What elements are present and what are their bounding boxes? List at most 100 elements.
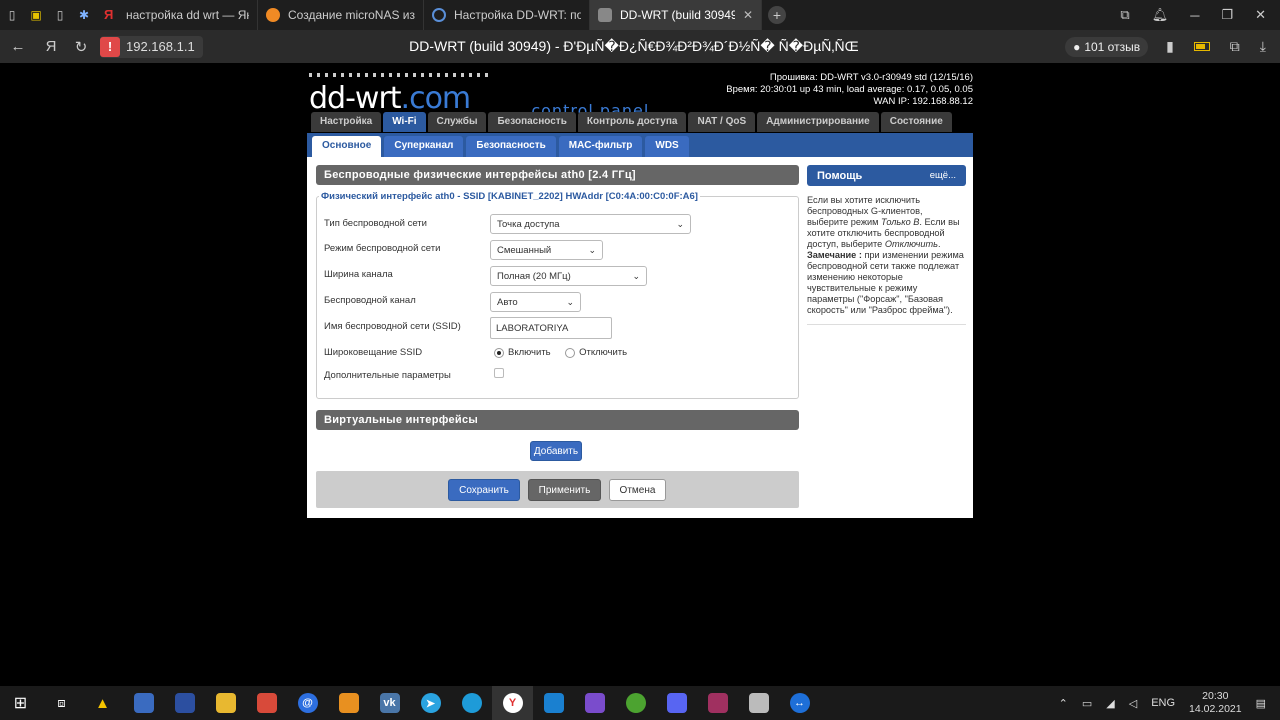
subtab-wireless-security[interactable]: Безопасность (466, 136, 556, 157)
language-indicator[interactable]: ENG (1151, 697, 1175, 709)
page-icon[interactable]: ▯ (0, 0, 24, 30)
tab-setup[interactable]: Настройка (311, 112, 382, 132)
network-mode-label: Режим беспроводной сети (324, 243, 441, 254)
gear-favicon-icon (432, 8, 446, 22)
reviews-badge[interactable]: ● 101 отзыв (1065, 36, 1149, 57)
app-gmail[interactable] (246, 686, 287, 720)
extension-icon[interactable]: ✱ (72, 0, 96, 30)
app-explorer[interactable] (205, 686, 246, 720)
window-controls: ⧉ 🔔︎ ─ ❐ ✕ (1120, 7, 1280, 23)
tab-wifi[interactable]: Wi-Fi (383, 112, 426, 132)
reload-button[interactable]: ↻ (66, 30, 96, 63)
back-button[interactable]: ← (0, 30, 36, 63)
app-mail[interactable] (328, 686, 369, 720)
help-more-link[interactable]: ещё... (930, 170, 956, 181)
app-mail-ru[interactable]: @ (287, 686, 328, 720)
main-tabs: Настройка Wi-Fi Службы Безопасность Конт… (311, 112, 952, 132)
save-button[interactable]: Сохранить (448, 479, 520, 501)
volume-icon[interactable]: ◁ (1129, 697, 1137, 710)
windows-taskbar: ⊞ ⧈ ▲ @ vk ➤ Y ↔ ⌃ ▭ ◢ ◁ ENG 20:30 14.02… (0, 686, 1280, 720)
screenshot-icon[interactable]: ⧉ (1230, 38, 1240, 55)
folder-icon (215, 693, 236, 713)
broadcast-enable-radio[interactable] (494, 347, 504, 358)
edge-icon (461, 693, 482, 713)
subtab-wds[interactable]: WDS (645, 136, 689, 157)
notification-center-icon[interactable]: ▤ (1256, 697, 1266, 710)
wireless-mode-label: Тип беспроводной сети (324, 218, 427, 229)
address-bar: ← Я ↻ ! 192.168.1.1 DD-WRT (build 30949)… (0, 30, 1280, 63)
app-yandex-browser[interactable]: Y (492, 686, 533, 720)
app-utorrent[interactable] (615, 686, 656, 720)
subtab-superchannel[interactable]: Суперканал (384, 136, 464, 157)
advanced-options-checkbox[interactable] (494, 368, 504, 378)
ssid-input[interactable]: LABORATORIYA (490, 317, 612, 339)
subtab-mac-filter[interactable]: MAC-фильтр (558, 136, 643, 157)
main-panel: Основное Суперканал Безопасность MAC-фил… (307, 133, 973, 518)
channel-width-select[interactable]: Полная (20 МГц) ⌄ (490, 266, 647, 286)
app-teamviewer[interactable]: ↔ (779, 686, 820, 720)
app-vscode[interactable] (533, 686, 574, 720)
help-header: Помощь ещё... (807, 165, 966, 186)
mail-icon (256, 693, 277, 713)
new-tab-button[interactable]: + (762, 0, 792, 30)
browser-tab[interactable]: Создание microNAS из ро (258, 0, 424, 30)
visual-studio-icon (584, 693, 605, 713)
yandex-logo-icon: Я (45, 38, 57, 55)
tab-access-control[interactable]: Контроль доступа (577, 112, 687, 132)
tab-security[interactable]: Безопасность (488, 112, 576, 132)
subtab-basic[interactable]: Основное (312, 136, 382, 157)
channel-select[interactable]: Авто ⌄ (490, 292, 581, 312)
document-icon[interactable]: ▯ (48, 0, 72, 30)
add-button[interactable]: Добавить (530, 441, 582, 461)
app-edge[interactable] (451, 686, 492, 720)
clock[interactable]: 20:30 14.02.2021 (1189, 690, 1242, 716)
tab-nat-qos[interactable]: NAT / QoS (688, 112, 756, 132)
browser-tab-active[interactable]: DD-WRT (build 30949) - Основное ✕ (590, 0, 762, 30)
chevron-up-icon[interactable]: ⌃ (1059, 697, 1068, 710)
download-icon[interactable]: ⤓ (1260, 38, 1266, 55)
app-calculator[interactable] (164, 686, 205, 720)
battery-tray-icon[interactable]: ▭ (1082, 697, 1092, 710)
wifi-icon[interactable]: ◢ (1106, 697, 1114, 710)
button-bar: Сохранить Применить Отмена (316, 471, 799, 508)
task-view-button[interactable]: ⧈ (41, 686, 82, 720)
close-tab-icon[interactable]: ✕ (743, 8, 753, 22)
start-button[interactable]: ⊞ (0, 686, 41, 720)
warning-icon: ! (100, 36, 120, 57)
app-save[interactable] (123, 686, 164, 720)
yandex-home-button[interactable]: Я (36, 30, 66, 63)
minimize-icon[interactable]: ─ (1190, 8, 1199, 23)
arrow-left-icon: ← (10, 38, 26, 55)
app-yandex-disk[interactable]: ▲ (82, 686, 123, 720)
collections-icon[interactable]: ⧉ (1120, 7, 1129, 23)
battery-icon[interactable] (1193, 42, 1210, 51)
app-visual-studio[interactable] (574, 686, 615, 720)
gallery-icon[interactable]: ▣ (24, 0, 48, 30)
restore-icon[interactable]: ❐ (1221, 7, 1233, 23)
tab-administration[interactable]: Администрирование (757, 112, 879, 132)
url-field[interactable]: ! 192.168.1.1 (100, 35, 203, 58)
notifications-icon[interactable]: 🔔︎ (1152, 7, 1169, 23)
tab-status[interactable]: Состояние (880, 112, 952, 132)
apply-button[interactable]: Применить (528, 479, 601, 501)
fieldset-legend: Физический интерфейс ath0 - SSID [KABINE… (321, 191, 698, 202)
browser-tab[interactable]: Настройка DD-WRT: поша (424, 0, 590, 30)
browser-tab[interactable]: Я настройка dd wrt — Яндекс (96, 0, 258, 30)
close-window-icon[interactable]: ✕ (1255, 7, 1266, 23)
app-vk[interactable]: vk (369, 686, 410, 720)
ddwrt-favicon-icon (598, 8, 612, 22)
broadcast-disable-radio[interactable] (565, 347, 576, 358)
site-favicon-icon (266, 8, 280, 22)
cancel-button[interactable]: Отмена (609, 479, 666, 501)
app-telegram[interactable]: ➤ (410, 686, 451, 720)
section-title: Беспроводные физические интерфейсы ath0 … (316, 165, 799, 185)
network-mode-select[interactable]: Смешанный ⌄ (490, 240, 603, 260)
app-discord[interactable] (656, 686, 697, 720)
router-page: dd-wrt.com ... control panel Прошивка: D… (0, 63, 1280, 686)
app-winrar[interactable] (697, 686, 738, 720)
app-network[interactable] (738, 686, 779, 720)
bookmark-icon[interactable]: ▮ (1166, 38, 1174, 55)
tab-services[interactable]: Службы (427, 112, 487, 132)
winrar-icon (707, 693, 728, 713)
wireless-mode-select[interactable]: Точка доступа ⌄ (490, 214, 691, 234)
